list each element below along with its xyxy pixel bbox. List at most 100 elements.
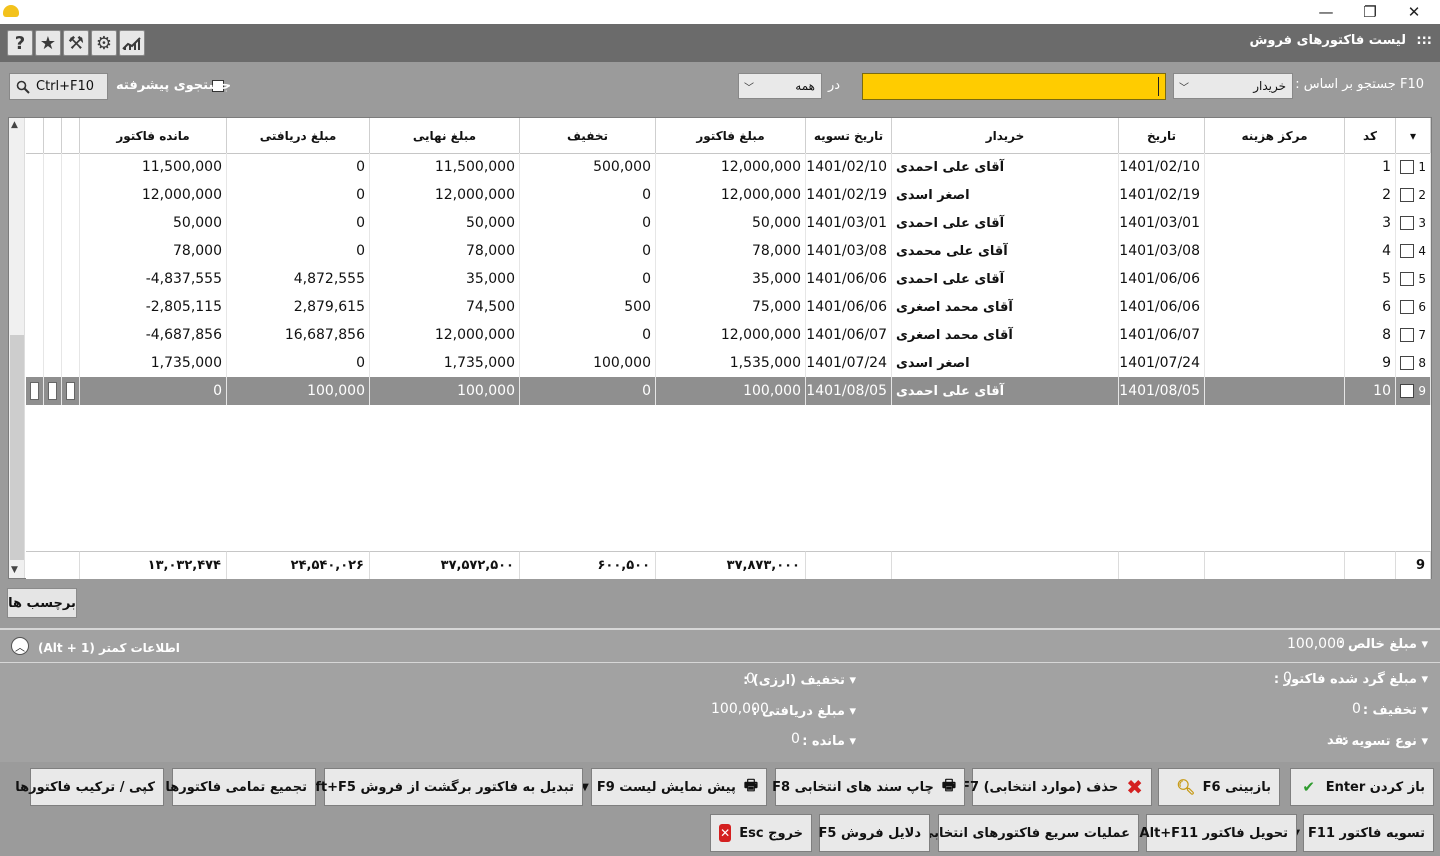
cell-final-amount: 1,735,000 [370, 349, 520, 377]
row-number[interactable]: 6 [1396, 293, 1431, 321]
cell-extra [26, 153, 44, 181]
cell-invoice-amount: 12,000,000 [656, 321, 806, 349]
cell-code: 9 [1345, 349, 1396, 377]
col-invoice-amount[interactable]: مبلغ فاکتور [656, 118, 806, 154]
row-action-box[interactable] [66, 382, 75, 400]
row-number[interactable]: 4 [1396, 237, 1431, 265]
cell-extra [26, 181, 44, 209]
remaining-label: ▾ مانده : [802, 734, 856, 749]
col-extra-3 [26, 118, 44, 154]
copy-combine-button[interactable]: کپی / ترکیب فاکتورها [15, 768, 164, 806]
row-number[interactable]: 1 [1396, 153, 1431, 181]
convert-return-button[interactable]: تبدیل به فاکتور برگشت از فروش Shift+F5 ▼ [276, 768, 583, 806]
row-select-checkbox[interactable] [1400, 244, 1414, 258]
search-input[interactable] [862, 73, 1166, 100]
merge-all-button[interactable]: تجمیع تمامی فاکتورها ▼ [150, 768, 316, 806]
row-menu-header[interactable]: ▾ [1396, 118, 1431, 154]
row-number[interactable]: 8 [1396, 349, 1431, 377]
cell-code: 8 [1345, 321, 1396, 349]
col-received[interactable]: مبلغ دریافتی [227, 118, 370, 154]
settle-button[interactable]: تسویه فاکتور F11 ▼ [1292, 814, 1434, 852]
row-number[interactable]: 3 [1396, 209, 1431, 237]
cell-invoice-amount: 100,000 [656, 377, 806, 405]
row-select-checkbox[interactable] [1400, 328, 1414, 342]
advanced-search-button[interactable]: Ctrl+F10 [9, 73, 108, 100]
minimize-button[interactable]: — [1304, 0, 1348, 24]
row-action-box[interactable] [30, 382, 39, 400]
col-code[interactable]: کد [1345, 118, 1396, 154]
row-select-checkbox[interactable] [1400, 300, 1414, 314]
row-index: 9 [1418, 384, 1426, 398]
text-caret [1158, 77, 1159, 96]
convert-return-label: تبدیل به فاکتور برگشت از فروش Shift+F5 [292, 779, 574, 795]
scroll-up-icon[interactable]: ▲ [11, 120, 18, 130]
row-index: 1 [1418, 160, 1426, 174]
exit-button[interactable]: خروج Esc ✕ [710, 814, 812, 852]
cell-remaining: 11,500,000 [80, 153, 227, 181]
col-final-amount[interactable]: مبلغ نهایی [370, 118, 520, 154]
help-icon[interactable]: ? [7, 30, 33, 56]
tools-icon[interactable]: ⚒ [63, 30, 89, 56]
scrollbar-thumb[interactable] [10, 335, 24, 560]
search-scope-select[interactable]: ﹀ همه [738, 73, 822, 99]
less-info-toggle[interactable]: اطلاعات کمتر (Alt + 1) [38, 641, 180, 655]
gear-icon[interactable]: ⚙ [91, 30, 117, 56]
col-extra-1 [62, 118, 80, 154]
cell-extra [62, 321, 80, 349]
cell-settle-date: 1401/06/06 [806, 265, 892, 293]
row-select-checkbox[interactable] [1400, 216, 1414, 230]
cell-invoice-amount: 12,000,000 [656, 181, 806, 209]
print-button[interactable]: 🖶 چاپ سند های انتخابی F8 ▼ [756, 768, 965, 806]
open-button[interactable]: باز کردن Enter ✔ [1290, 768, 1434, 806]
quick-ops-button[interactable]: عملیات سریع فاکتورهای انتخابی ▼ [905, 814, 1139, 852]
row-select-checkbox[interactable] [1400, 272, 1414, 286]
tags-button[interactable]: برچسب ها [7, 588, 77, 618]
cell-final-amount: 12,000,000 [370, 181, 520, 209]
cell-final-amount: 74,500 [370, 293, 520, 321]
col-remaining[interactable]: مانده فاکتور [80, 118, 227, 154]
review-button[interactable]: بازبینی F6 🔍︎ [1158, 768, 1280, 806]
cell-buyer: آقای علی احمدی [892, 153, 1119, 181]
row-select-checkbox[interactable] [1400, 160, 1414, 174]
cell-extra [44, 321, 62, 349]
chart-icon[interactable] [119, 30, 145, 56]
merge-all-label: تجمیع تمامی فاکتورها [165, 779, 307, 795]
cell-remaining: -4,837,555 [80, 265, 227, 293]
search-field-select[interactable]: ﹀ خریدار [1173, 73, 1293, 99]
col-discount[interactable]: تخفیف [520, 118, 656, 154]
row-number[interactable]: 9 [1396, 377, 1431, 405]
scroll-down-icon[interactable]: ▼ [11, 565, 18, 575]
row-number[interactable]: 7 [1396, 321, 1431, 349]
star-icon[interactable]: ★ [35, 30, 61, 56]
deliver-button[interactable]: تحویل فاکتور Alt+F11 ▼ [1124, 814, 1297, 852]
cell-code: 5 [1345, 265, 1396, 293]
review-button-label: بازبینی F6 [1202, 779, 1271, 795]
restore-button[interactable]: ❐ [1348, 0, 1392, 24]
cell-extra [62, 237, 80, 265]
row-number[interactable]: 2 [1396, 181, 1431, 209]
sale-reasons-button[interactable]: دلایل فروش F5 [819, 814, 930, 852]
footer-remaining: ۱۳,۰۳۲,۴۷۴ [80, 551, 227, 579]
sale-reasons-label: دلایل فروش F5 [818, 825, 921, 841]
cell-received: 2,879,615 [227, 293, 370, 321]
row-select-checkbox[interactable] [1400, 384, 1414, 398]
delete-button[interactable]: ✖ حذف (موارد انتخابی) F7 ▼ [945, 768, 1152, 806]
row-select-checkbox[interactable] [1400, 356, 1414, 370]
cell-received: 0 [227, 349, 370, 377]
col-settle-date[interactable]: تاریخ تسویه [806, 118, 892, 154]
row-select-checkbox[interactable] [1400, 188, 1414, 202]
collapse-icon[interactable]: ︿ [11, 637, 29, 655]
preview-button[interactable]: 🖶 پیش نمایش لیست F9 ▼ [581, 768, 767, 806]
col-cost-center[interactable]: مرکز هزینه [1205, 118, 1345, 154]
cell-cost-center [1205, 349, 1345, 377]
col-buyer[interactable]: خریدار [892, 118, 1119, 154]
row-number[interactable]: 5 [1396, 265, 1431, 293]
settle-type-value: نقد [1327, 733, 1349, 748]
discount-value: 0 [1352, 701, 1361, 717]
row-action-box[interactable] [48, 382, 57, 400]
cell-discount: 0 [520, 237, 656, 265]
cell-discount: 100,000 [520, 349, 656, 377]
col-date[interactable]: تاریخ [1119, 118, 1205, 154]
cell-extra [62, 377, 80, 405]
close-button[interactable]: ✕ [1392, 0, 1436, 24]
